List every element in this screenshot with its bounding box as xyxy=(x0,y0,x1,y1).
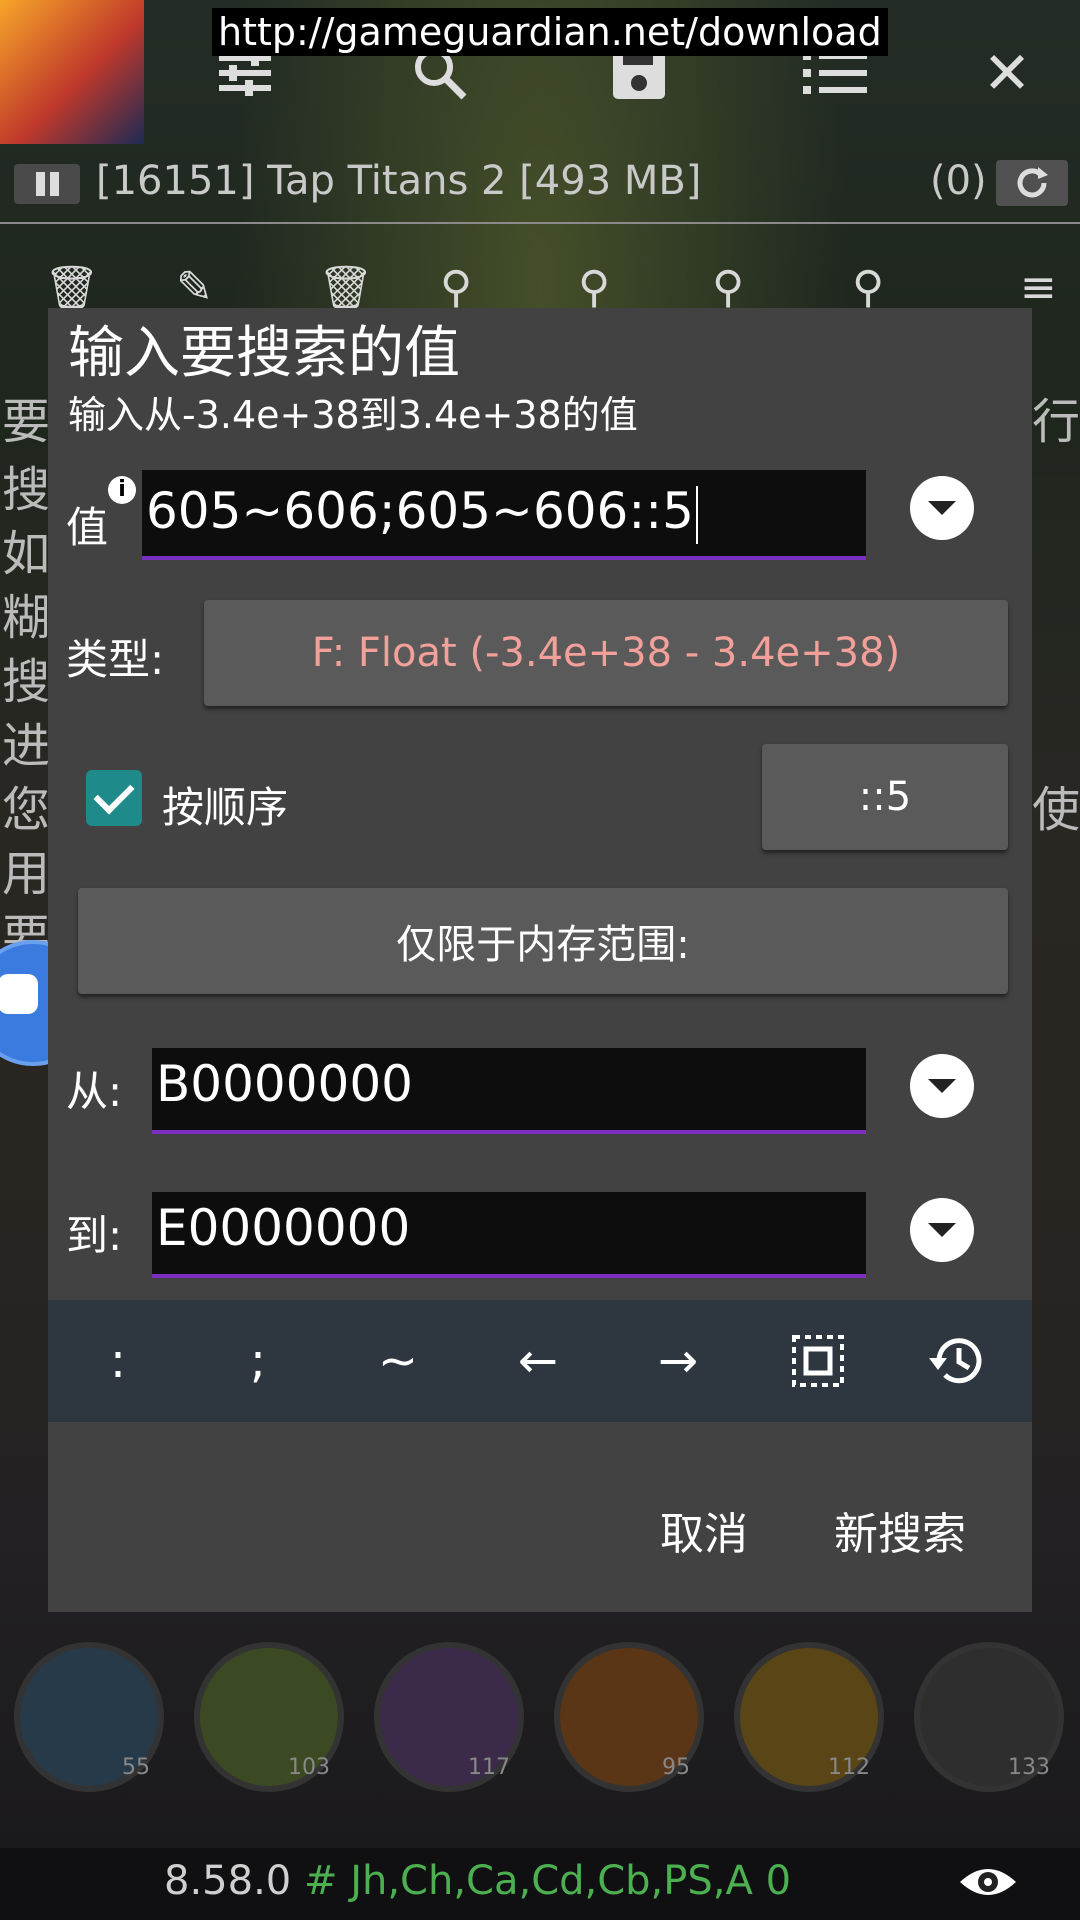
divider xyxy=(0,222,1080,224)
search-dialog: 输入要搜索的值 输入从-3.4e+38到3.4e+38的值 值 i 605~60… xyxy=(48,308,1032,1612)
side-text-char: 如 xyxy=(2,526,51,582)
from-label: 从: xyxy=(66,1067,123,1116)
value-history-dropdown-icon[interactable] xyxy=(910,476,974,540)
select-all-icon[interactable] xyxy=(758,1300,878,1422)
trash-icon[interactable]: 🗑 xyxy=(44,262,100,314)
to-address-input[interactable]: E0000000 xyxy=(152,1192,866,1278)
skill-circle[interactable]: 55 xyxy=(14,1642,164,1792)
from-dropdown-icon[interactable] xyxy=(910,1054,974,1118)
memory-range-button[interactable]: 仅限于内存范围: xyxy=(78,888,1008,994)
side-text-char: 搜 xyxy=(2,462,51,518)
skill-level: 55 xyxy=(122,1755,150,1780)
ordered-label[interactable]: 按顺序 xyxy=(162,774,288,835)
skill-circle[interactable]: 112 xyxy=(734,1642,884,1792)
cancel-button[interactable]: 取消 xyxy=(660,1498,748,1562)
version-label: 8.58.0 xyxy=(164,1858,292,1904)
download-url-banner[interactable]: http://gameguardian.net/download xyxy=(212,8,888,56)
side-text-char: 搜 xyxy=(2,654,51,710)
type-select-value: F: Float (-3.4e+38 - 3.4e+38) xyxy=(311,630,901,676)
skill-circle[interactable]: 117 xyxy=(374,1642,524,1792)
info-icon[interactable]: i xyxy=(108,476,136,504)
eye-icon[interactable] xyxy=(958,1862,1018,1902)
range-distance-button[interactable]: ::5 xyxy=(762,744,1008,850)
ordered-checkbox[interactable] xyxy=(86,770,142,826)
key-tilde[interactable]: ~ xyxy=(338,1300,458,1422)
range-distance-label: ::5 xyxy=(858,774,912,820)
close-icon[interactable]: ✕ xyxy=(972,38,1042,108)
hash-glyph: # xyxy=(303,1858,338,1904)
type-select[interactable]: F: Float (-3.4e+38 - 3.4e+38) xyxy=(204,600,1008,706)
new-search-button[interactable]: 新搜索 xyxy=(834,1498,966,1562)
app-avatar-icon[interactable] xyxy=(0,0,144,144)
side-text-char: 糊 xyxy=(2,590,51,646)
skill-level: 103 xyxy=(288,1755,330,1780)
skill-level: 95 xyxy=(662,1755,690,1780)
type-label: 类型: xyxy=(66,635,165,684)
to-label: 到: xyxy=(66,1211,123,1260)
side-text-char: 使 xyxy=(1032,782,1080,838)
filter-unknown-icon[interactable]: ⚲ xyxy=(712,262,744,313)
process-label[interactable]: [16151] Tap Titans 2 [493 MB] xyxy=(96,158,701,204)
dialog-title: 输入要搜索的值 xyxy=(68,321,460,386)
memory-range-label: 仅限于内存范围: xyxy=(396,922,690,968)
key-semicolon[interactable]: ; xyxy=(198,1300,318,1422)
value-input[interactable]: 605~606;605~606::5 xyxy=(142,470,866,560)
dialog-subtitle: 输入从-3.4e+38到3.4e+38的值 xyxy=(68,393,638,437)
side-text-char: 进 xyxy=(2,718,51,774)
history-icon[interactable] xyxy=(898,1300,1018,1422)
pause-button[interactable] xyxy=(14,164,80,204)
key-right-arrow[interactable]: → xyxy=(618,1300,738,1422)
filter-text-icon[interactable]: ⚲ xyxy=(440,262,472,313)
refresh-button[interactable] xyxy=(996,160,1068,206)
helper-keybar: : ; ~ ← → xyxy=(48,1300,1032,1422)
search-small-icon[interactable]: ⚲ xyxy=(852,262,884,313)
skill-level: 133 xyxy=(1008,1755,1050,1780)
result-count: (0) xyxy=(930,158,987,204)
delete-selected-icon[interactable]: 🗑 xyxy=(318,262,374,314)
skill-circle[interactable]: 133 xyxy=(914,1642,1064,1792)
key-left-arrow[interactable]: ← xyxy=(478,1300,598,1422)
menu-icon[interactable]: ≡ xyxy=(1020,262,1057,313)
value-label: 值 xyxy=(66,503,109,552)
side-text-char: 行 xyxy=(1032,394,1080,450)
to-dropdown-icon[interactable] xyxy=(910,1198,974,1262)
side-text-char: 要 xyxy=(2,394,51,450)
memory-regions-label: Jh,Ch,Ca,Cd,Cb,PS,A 0 xyxy=(350,1858,792,1904)
skill-level: 117 xyxy=(468,1755,510,1780)
edit-icon[interactable]: ✎ xyxy=(176,262,213,313)
skill-circle[interactable]: 103 xyxy=(194,1642,344,1792)
side-text-char: 您 xyxy=(2,782,51,838)
filter-number-icon[interactable]: ⚲ xyxy=(578,262,610,313)
from-address-input[interactable]: B0000000 xyxy=(152,1048,866,1134)
skill-circle[interactable]: 95 xyxy=(554,1642,704,1792)
version-status: 8.58.0 # Jh,Ch,Ca,Cd,Cb,PS,A 0 xyxy=(164,1858,791,1904)
skill-level: 112 xyxy=(828,1755,870,1780)
side-text-char: 用 xyxy=(2,846,51,902)
key-colon[interactable]: : xyxy=(58,1300,178,1422)
